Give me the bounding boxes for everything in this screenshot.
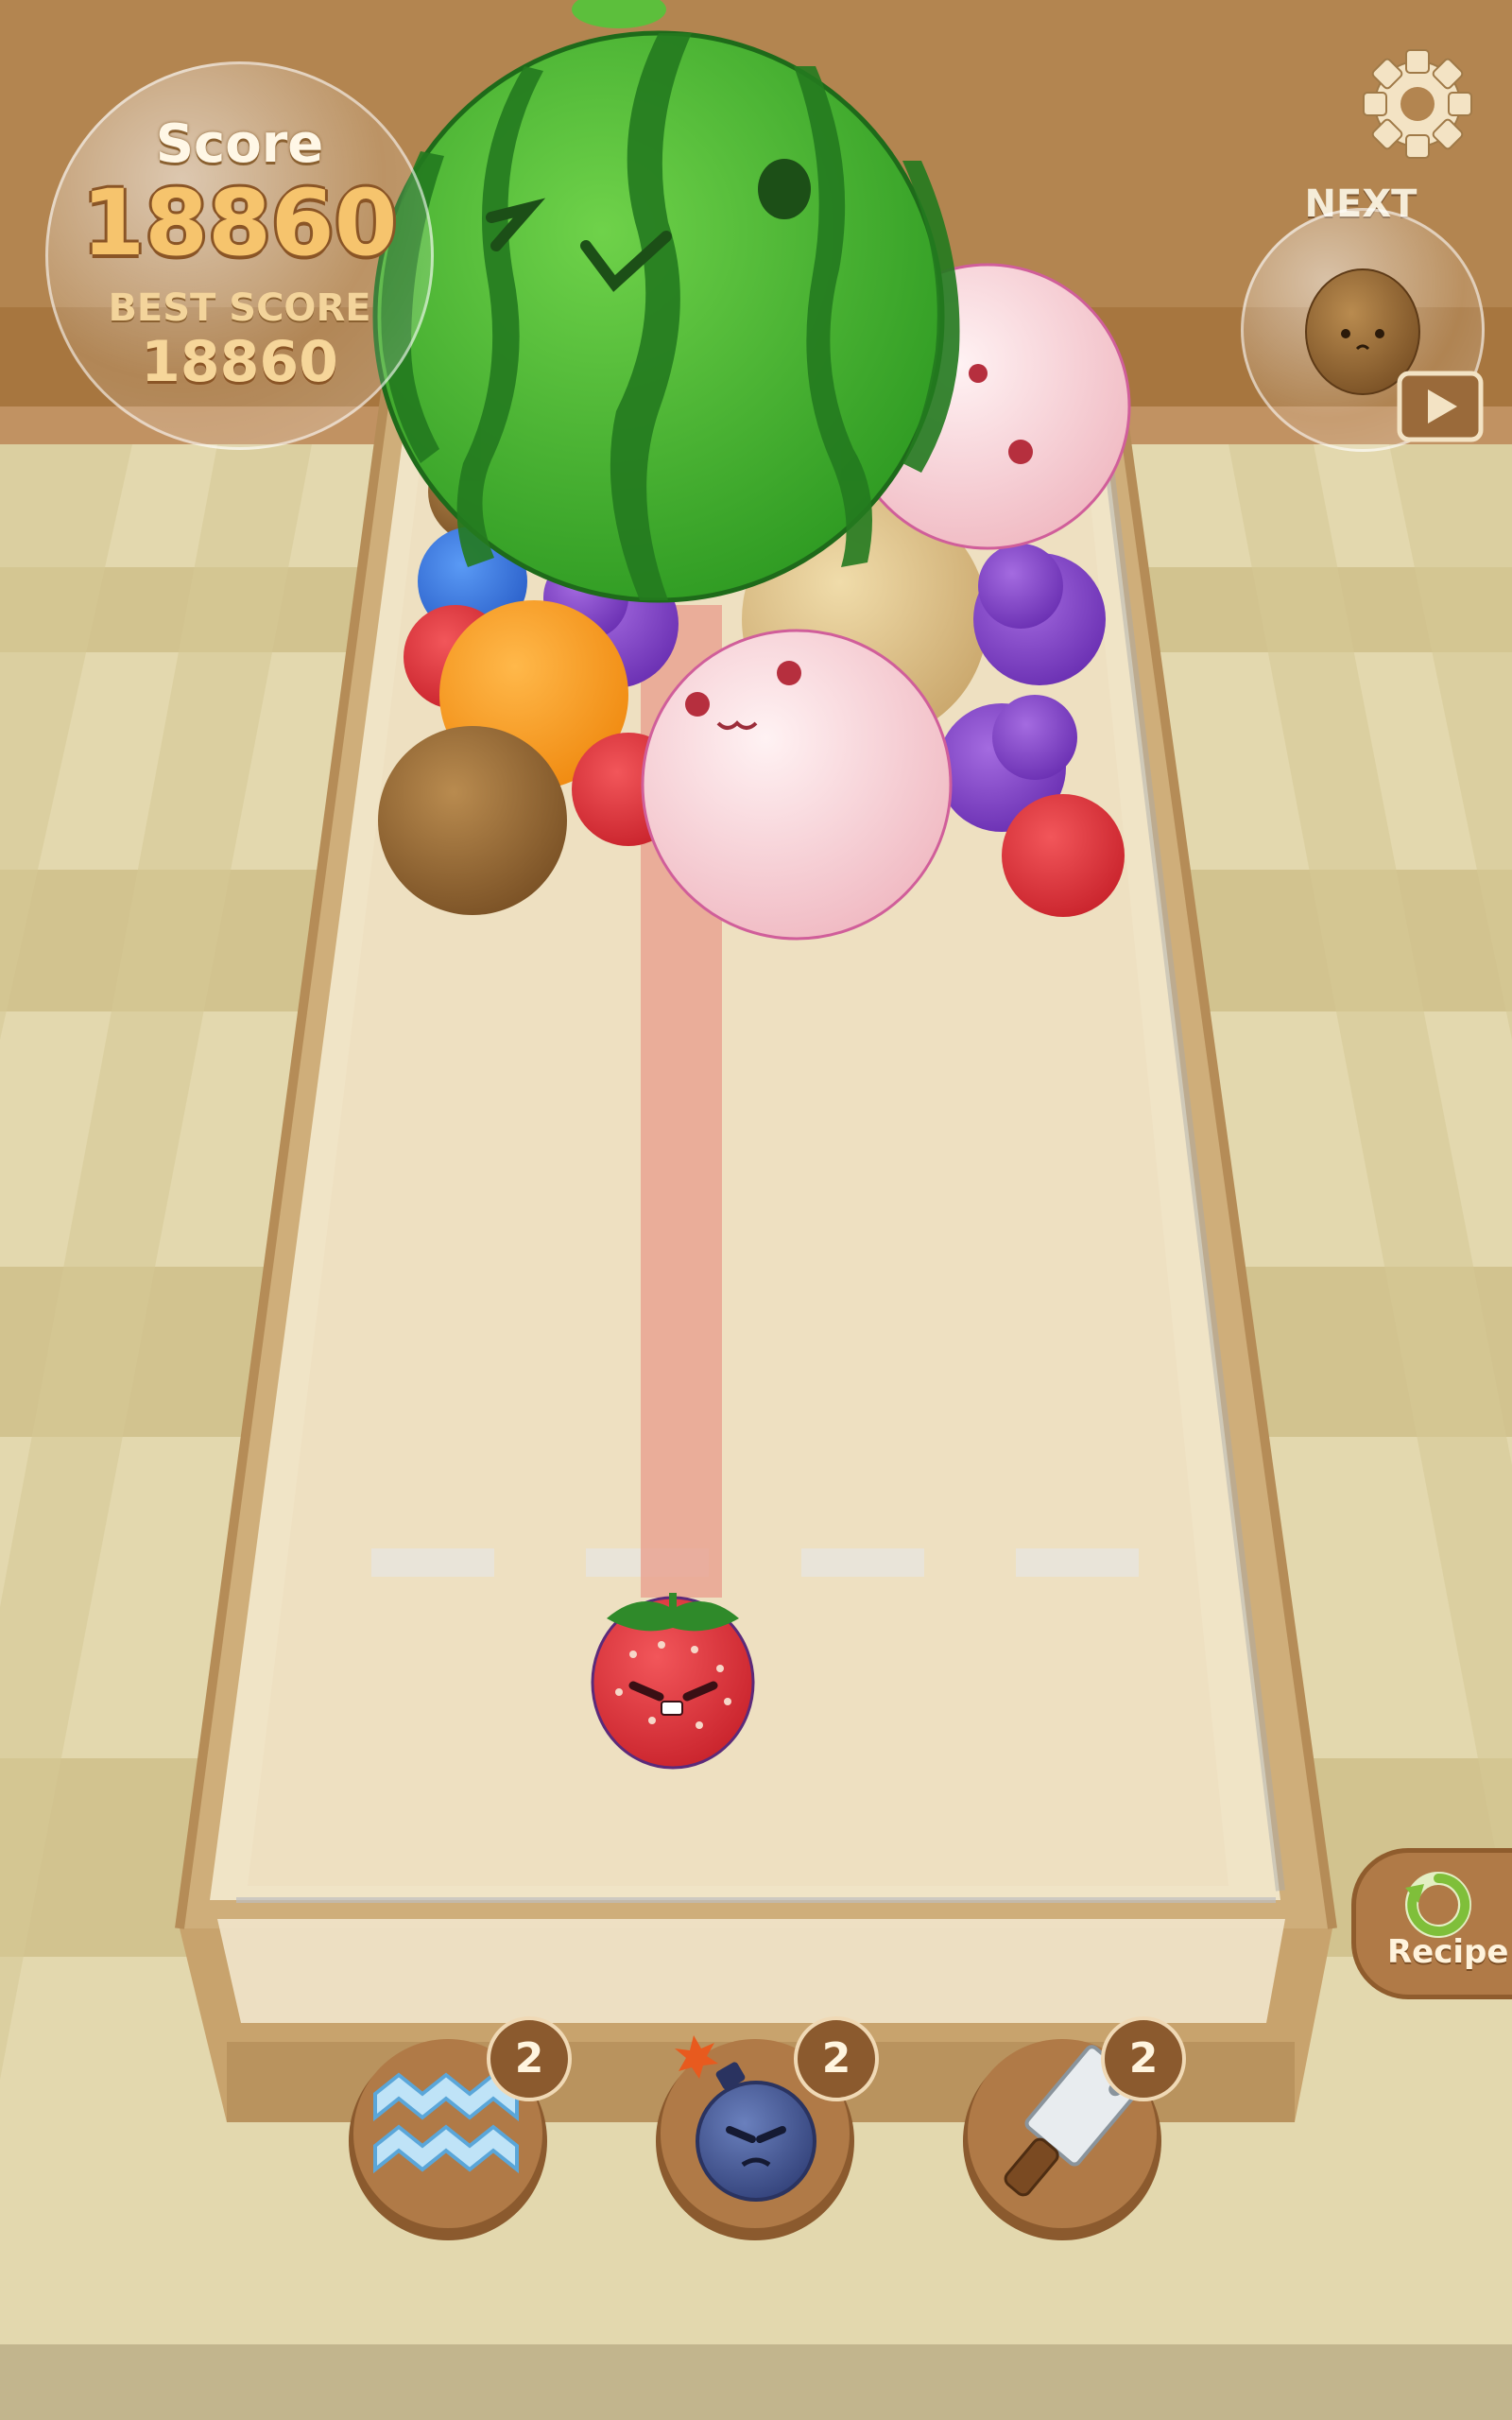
play-icon — [1397, 371, 1484, 442]
gear-icon — [1363, 49, 1472, 159]
video-ad-button[interactable] — [1397, 371, 1484, 448]
best-score-value: 18860 — [141, 329, 338, 395]
score-value: 18860 — [81, 170, 398, 276]
recipe-label: Recipe — [1387, 1933, 1509, 1971]
wave-tool-button[interactable]: 2 — [347, 2016, 572, 2240]
cleaver-tool-count: 2 — [1101, 2016, 1186, 2101]
refresh-icon — [1405, 1872, 1471, 1938]
wave-tool-count: 2 — [487, 2016, 572, 2101]
best-score-label: BEST SCORE — [108, 286, 371, 330]
bomb-tool-count: 2 — [794, 2016, 879, 2101]
cleaver-tool-button[interactable]: 2 — [961, 2016, 1186, 2240]
recipe-button[interactable] — [1351, 1848, 1512, 1999]
bomb-tool-button[interactable]: 2 — [654, 2016, 879, 2240]
settings-button[interactable] — [1361, 43, 1474, 165]
score-panel: Score 18860 BEST SCORE 18860 — [45, 61, 434, 450]
current-fruit-strawberry[interactable] — [591, 1593, 755, 1770]
score-label: Score — [155, 113, 324, 175]
